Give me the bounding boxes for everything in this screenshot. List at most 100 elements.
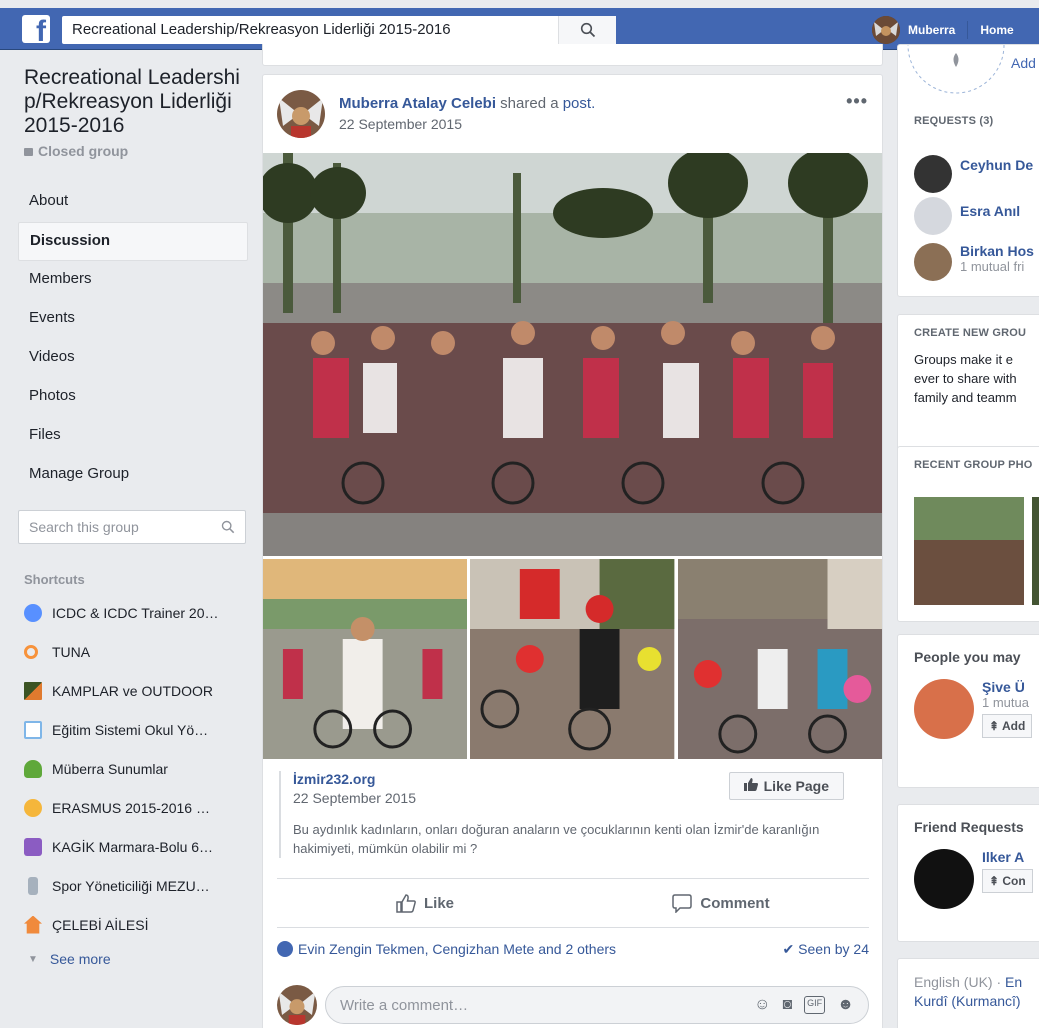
- language-link[interactable]: Kurdî (Kurmancî): [914, 993, 1021, 1009]
- shortcut-item[interactable]: Eğitim Sistemi Okul Yö…: [18, 710, 248, 749]
- user-name-link[interactable]: Muberra: [908, 23, 955, 37]
- group-nav-manage[interactable]: Manage Group: [18, 456, 248, 495]
- comment-button[interactable]: Comment: [573, 879, 869, 927]
- facebook-logo-icon[interactable]: f: [22, 15, 50, 47]
- camera-icon[interactable]: ◙: [782, 996, 792, 1014]
- language-footer: English (UK) · En Kurdî (Kurmancî): [898, 959, 1039, 1025]
- request-avatar: [914, 197, 952, 235]
- book-icon: [24, 720, 42, 739]
- top-search-bar[interactable]: Recreational Leadership/Rekreasyon Lider…: [62, 16, 616, 44]
- group-nav-files[interactable]: Files: [18, 417, 248, 456]
- request-name[interactable]: Ceyhun De: [960, 157, 1033, 173]
- suggestion-name[interactable]: Şive Ü: [982, 679, 1032, 695]
- shortcut-item[interactable]: TUNA: [18, 632, 248, 671]
- sticker-icon[interactable]: ☻: [837, 996, 854, 1014]
- create-group-text-line: family and teamm: [914, 390, 1017, 405]
- shortcut-item[interactable]: ERASMUS 2015-2016 …: [18, 788, 248, 827]
- request-mutual: 1 mutual fri: [960, 259, 1025, 274]
- post-card: Muberra Atalay Celebi shared a post. 22 …: [262, 74, 883, 1028]
- search-icon: [580, 22, 595, 38]
- recent-photo-thumb[interactable]: [914, 497, 1024, 605]
- create-group-heading[interactable]: CREATE NEW GROU: [898, 315, 1039, 339]
- likers-link[interactable]: Evin Zengin Tekmen, Cengizhan Mete and 2…: [277, 941, 616, 958]
- gif-icon[interactable]: GIF: [804, 996, 826, 1014]
- shortcut-label: KAMPLAR ve OUTDOOR: [52, 682, 214, 699]
- add-friend-button[interactable]: ⇞ Add: [982, 714, 1033, 738]
- see-more-link[interactable]: ▼ See more: [18, 944, 248, 974]
- music-icon: [24, 837, 42, 856]
- more-options-icon[interactable]: •••: [846, 91, 868, 112]
- shortcut-item[interactable]: Spor Yöneticiliği MEZU…: [18, 866, 248, 905]
- suggestion-item: Şive Ü 1 mutua ⇞ Add: [898, 679, 1039, 739]
- request-item[interactable]: Esra Anıl: [898, 197, 1036, 235]
- confirm-label: Con: [1002, 874, 1026, 888]
- group-nav-about[interactable]: About: [18, 183, 248, 222]
- group-privacy-label: Closed group: [38, 143, 129, 159]
- shortcut-label: ERASMUS 2015-2016 …: [52, 799, 210, 816]
- post-photo-thumb[interactable]: [263, 559, 468, 759]
- shortcut-item[interactable]: Müberra Sunumlar: [18, 749, 248, 788]
- search-button[interactable]: [558, 16, 616, 44]
- suggestion-avatar[interactable]: [914, 679, 974, 739]
- group-nav-videos[interactable]: Videos: [18, 339, 248, 378]
- request-item[interactable]: Birkan Hos 1 mutual fri: [898, 243, 1039, 281]
- nav-divider: [967, 21, 969, 39]
- shortcut-label: ÇELEBİ AİLESİ: [52, 916, 149, 933]
- request-avatar: [914, 243, 952, 281]
- recent-photos-heading[interactable]: RECENT GROUP PHO: [898, 447, 1039, 471]
- group-title[interactable]: Recreational Leadership/Rekreasyon Lider…: [18, 66, 248, 138]
- tree-icon: [24, 759, 42, 778]
- post-date[interactable]: 22 September 2015: [339, 116, 595, 132]
- like-page-button[interactable]: Like Page: [728, 772, 844, 800]
- request-name[interactable]: Birkan Hos: [960, 243, 1034, 259]
- flask-icon: [28, 876, 38, 895]
- previous-post-edge: [262, 44, 883, 66]
- shortcut-item[interactable]: KAGİK Marmara-Bolu 6…: [18, 827, 248, 866]
- people-heading: People you may: [914, 649, 1021, 665]
- request-item[interactable]: Ceyhun De: [898, 155, 1039, 193]
- comment-input[interactable]: Write a comment… ☺ ◙ GIF ☻: [325, 986, 869, 1024]
- add-label[interactable]: Add: [1011, 55, 1036, 71]
- request-name[interactable]: Esra Anıl: [960, 203, 1020, 219]
- friend-request-name[interactable]: Ilker A: [982, 849, 1033, 865]
- group-search-input[interactable]: Search this group: [18, 510, 246, 544]
- chevron-down-icon: ▼: [28, 953, 38, 965]
- recent-photo-thumb[interactable]: [1032, 497, 1039, 605]
- confirm-button[interactable]: ⇞ Con: [982, 869, 1033, 893]
- thumbs-up-outline-icon: [396, 893, 416, 913]
- group-nav-events[interactable]: Events: [18, 300, 248, 339]
- shortcut-item[interactable]: ÇELEBİ AİLESİ: [18, 905, 248, 944]
- top-search-input[interactable]: Recreational Leadership/Rekreasyon Lider…: [62, 16, 558, 44]
- seen-by-link[interactable]: ✔ Seen by 24: [783, 941, 869, 958]
- emoji-icon[interactable]: ☺: [754, 996, 770, 1014]
- add-member-circle-icon[interactable]: [906, 45, 1006, 105]
- user-avatar[interactable]: [872, 16, 900, 44]
- like-button[interactable]: Like: [277, 879, 573, 927]
- add-friend-label: Add: [1001, 719, 1026, 733]
- friend-request-avatar[interactable]: [914, 849, 974, 909]
- likers-text: Evin Zengin Tekmen, Cengizhan Mete and 2…: [298, 941, 617, 957]
- language-link[interactable]: En: [1005, 974, 1022, 990]
- post-photo-thumb[interactable]: [470, 559, 675, 759]
- post-photo-thumb[interactable]: [677, 559, 882, 759]
- post-actions: Like Comment: [277, 878, 869, 928]
- request-avatar: [914, 155, 952, 193]
- post-object-link[interactable]: post.: [563, 95, 596, 112]
- post-main-photo[interactable]: [263, 153, 882, 556]
- home-link[interactable]: Home: [980, 23, 1013, 37]
- shortcut-label: KAGİK Marmara-Bolu 6…: [52, 838, 214, 855]
- group-nav-discussion[interactable]: Discussion: [18, 222, 248, 261]
- left-sidebar: Recreational Leadership/Rekreasyon Lider…: [18, 66, 248, 974]
- speech-bubble-icon: [672, 893, 693, 913]
- checkmark-icon: ✔: [782, 941, 799, 957]
- group-nav-members[interactable]: Members: [18, 261, 248, 300]
- friend-requests-heading[interactable]: Friend Requests: [898, 805, 1039, 835]
- post-author-line: Muberra Atalay Celebi shared a post.: [339, 90, 595, 112]
- comment-placeholder: Write a comment…: [340, 996, 469, 1014]
- shortcut-item[interactable]: KAMPLAR ve OUTDOOR: [18, 671, 248, 710]
- group-nav-photos[interactable]: Photos: [18, 378, 248, 417]
- post-author-link[interactable]: Muberra Atalay Celebi: [339, 95, 496, 112]
- create-group-text-line: ever to share with: [914, 371, 1017, 386]
- shortcut-item[interactable]: ICDC & ICDC Trainer 20…: [18, 593, 248, 632]
- author-avatar[interactable]: [277, 90, 325, 138]
